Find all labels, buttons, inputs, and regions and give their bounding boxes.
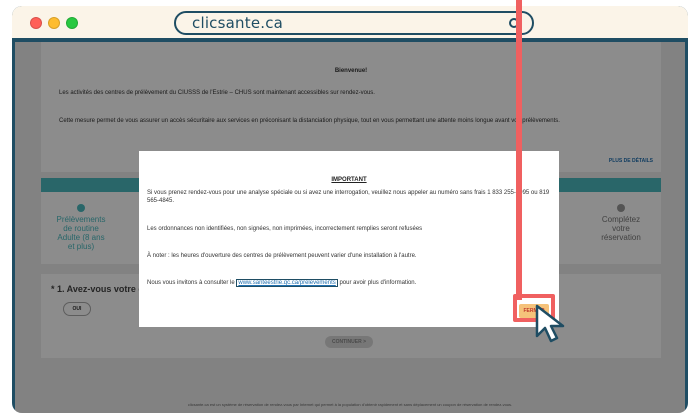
modal-paragraph-4-before: Nous vous invitons à consulter le: [147, 280, 237, 286]
close-window-icon[interactable]: [30, 17, 42, 29]
modal-paragraph-4: Nous vous invitons à consulter le www.sa…: [147, 279, 551, 287]
prelevements-link[interactable]: www.santeestrie.qc.ca/prelevements: [238, 280, 335, 286]
maximize-window-icon[interactable]: [66, 17, 78, 29]
modal-paragraph-2: Les ordonnances non identifiées, non sig…: [147, 226, 423, 232]
browser-window: clicsante.ca Bienvenue! Les activités de…: [12, 6, 688, 413]
browser-toolbar: clicsante.ca: [12, 6, 688, 40]
page-viewport: Bienvenue! Les activités des centres de …: [15, 42, 685, 413]
modal-title: IMPORTANT: [331, 177, 367, 183]
link-highlight-box: www.santeestrie.qc.ca/prelevements: [236, 279, 338, 287]
modal-paragraph-4-after: pour avoir plus d'information.: [337, 280, 417, 286]
important-modal: IMPORTANT Si vous prenez rendez-vous pou…: [139, 151, 559, 327]
mouse-pointer-icon: [535, 304, 565, 343]
address-bar[interactable]: clicsante.ca: [174, 11, 534, 35]
highlight-line: [516, 0, 522, 300]
modal-paragraph-3: À noter : les heures d'ouverture des cen…: [147, 253, 417, 259]
minimize-window-icon[interactable]: [48, 17, 60, 29]
url-text: clicsante.ca: [192, 14, 284, 32]
modal-paragraph-1: Si vous prenez rendez-vous pour une anal…: [147, 190, 550, 204]
